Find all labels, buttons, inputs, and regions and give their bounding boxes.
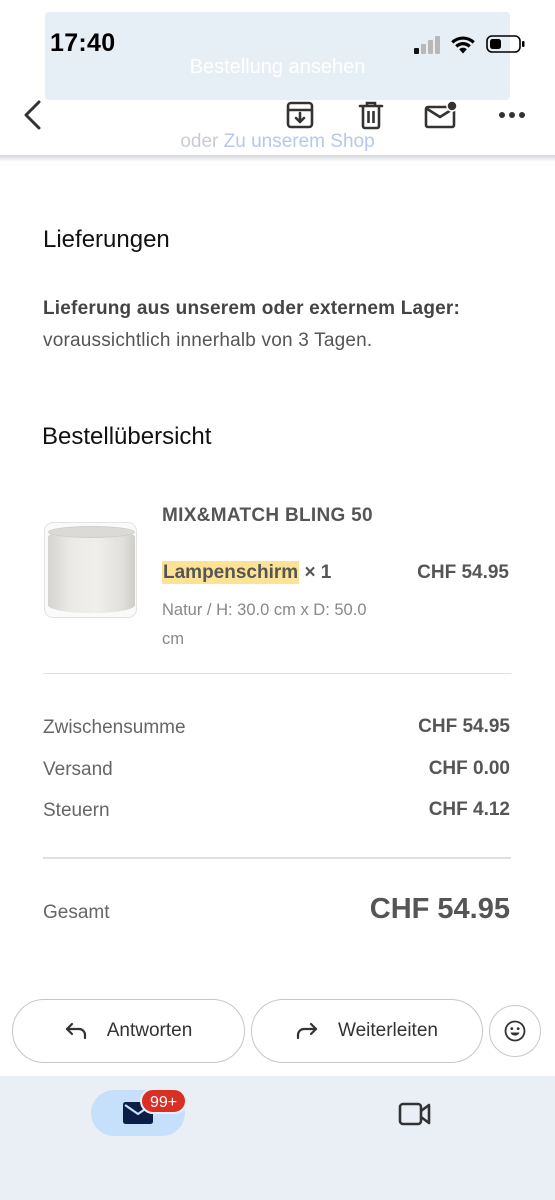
trash-icon[interactable]	[354, 98, 388, 132]
more-icon[interactable]	[495, 98, 529, 132]
lampshade-top	[48, 526, 135, 538]
product-price: CHF 54.95	[417, 562, 509, 583]
product-image	[44, 522, 137, 618]
divider	[43, 857, 511, 859]
forward-button[interactable]: Weiterleiten	[251, 999, 483, 1063]
product-name: MIX&MATCH BLING 50	[162, 505, 373, 526]
smiley-icon	[504, 1020, 526, 1042]
bottom-navigation: 99+	[0, 1076, 555, 1200]
reply-icon	[65, 1022, 86, 1040]
subtotal-label: Zwischensumme	[43, 717, 186, 738]
product-quantity: × 1	[304, 562, 332, 583]
reply-button[interactable]: Antworten	[12, 999, 245, 1063]
product-variant: Natur / H: 30.0 cm x D: 50.0 cm	[162, 601, 367, 648]
forward-label: Weiterleiten	[338, 1020, 438, 1041]
unread-count-badge: 99+	[140, 1088, 188, 1114]
taxes-label: Steuern	[43, 800, 110, 821]
view-order-button-label: Bestellung ansehen	[189, 56, 366, 78]
shipping-label: Versand	[43, 759, 113, 780]
reply-label: Antworten	[106, 1020, 193, 1041]
emoji-reaction-button[interactable]	[489, 1005, 541, 1057]
archive-icon[interactable]	[283, 98, 317, 132]
lampshade-illustration	[48, 529, 135, 613]
toolbar-shadow	[0, 155, 555, 162]
delivery-estimate: voraussichtlich innerhalb von 3 Tagen.	[43, 330, 373, 351]
back-arrow-icon[interactable]	[16, 98, 50, 132]
wifi-icon	[451, 36, 475, 54]
product-type-line: Lampenschirm × 1	[162, 561, 332, 584]
product-type: Lampenschirm	[162, 561, 300, 584]
delivery-source: Lieferung aus unserem oder externem Lage…	[43, 298, 461, 319]
subtotal-value: CHF 54.95	[418, 716, 510, 737]
status-time: 17:40	[50, 29, 116, 57]
deliveries-heading: Lieferungen	[43, 226, 170, 253]
battery-icon	[486, 35, 525, 53]
taxes-value: CHF 4.12	[428, 799, 510, 820]
email-toolbar	[0, 90, 555, 156]
video-camera-icon[interactable]	[398, 1100, 432, 1128]
total-label: Gesamt	[43, 902, 110, 923]
shipping-value: CHF 0.00	[428, 758, 510, 779]
total-value: CHF 54.95	[369, 893, 510, 925]
forward-icon	[296, 1022, 318, 1040]
cellular-signal-icon	[414, 36, 442, 54]
divider	[43, 673, 511, 674]
mark-unread-icon[interactable]	[424, 98, 458, 132]
order-summary-heading: Bestellübersicht	[42, 423, 212, 450]
